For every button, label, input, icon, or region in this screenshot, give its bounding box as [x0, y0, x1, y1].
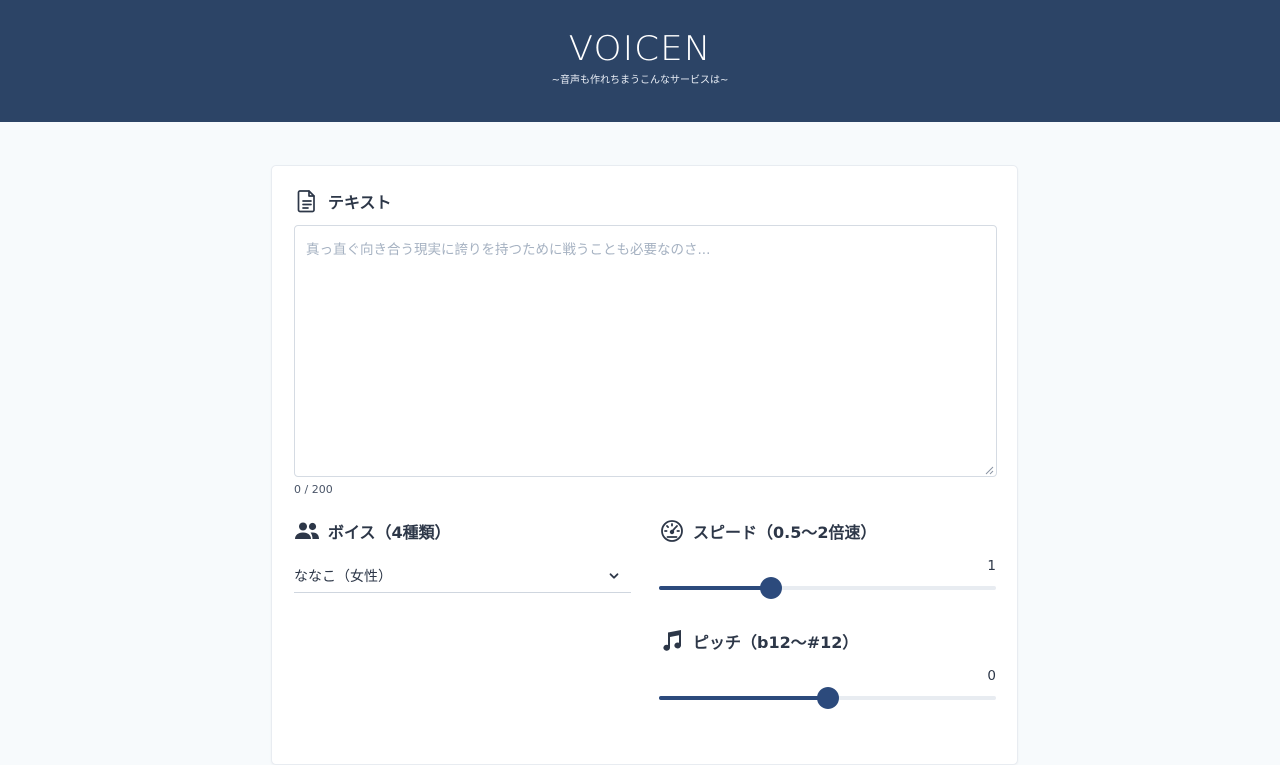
music-note-icon — [659, 628, 685, 654]
speed-value: 1 — [987, 558, 996, 574]
speed-section-title: スピード（0.5〜2倍速） — [659, 518, 876, 544]
app-header: VOICEN ~音声も作れちまうこんなサービスは~ — [0, 0, 1280, 122]
people-icon — [294, 518, 320, 544]
text-section-label: テキスト — [328, 193, 392, 212]
voice-section-label: ボイス（4種類） — [328, 523, 451, 542]
resize-handle-icon[interactable] — [985, 466, 994, 475]
character-counter: 0 / 200 — [294, 483, 333, 496]
pitch-section-label: ピッチ（b12〜#12） — [693, 633, 859, 652]
app-tagline: ~音声も作れちまうこんなサービスは~ — [551, 75, 729, 86]
speed-slider[interactable] — [659, 577, 996, 599]
pitch-section-title: ピッチ（b12〜#12） — [659, 628, 858, 654]
voice-section-title: ボイス（4種類） — [294, 518, 451, 544]
speedometer-icon — [659, 518, 685, 544]
chevron-down-icon — [609, 572, 619, 579]
settings-card: テキスト 0 / 200 ボイス（4種類） ななこ（女性） — [271, 165, 1018, 765]
speed-slider-fill — [659, 586, 772, 590]
pitch-slider-fill — [659, 696, 828, 700]
speed-slider-thumb[interactable] — [760, 577, 783, 599]
document-icon — [294, 188, 320, 214]
pitch-value: 0 — [987, 668, 996, 684]
pitch-slider-thumb[interactable] — [816, 687, 839, 709]
text-section-title: テキスト — [294, 188, 392, 214]
speed-section-label: スピード（0.5〜2倍速） — [693, 523, 877, 542]
voice-select-value: ななこ（女性） — [294, 568, 392, 585]
pitch-slider[interactable] — [659, 687, 996, 709]
text-input[interactable] — [294, 225, 997, 477]
voice-select[interactable]: ななこ（女性） — [294, 559, 631, 593]
app-logo: VOICEN — [568, 29, 712, 69]
